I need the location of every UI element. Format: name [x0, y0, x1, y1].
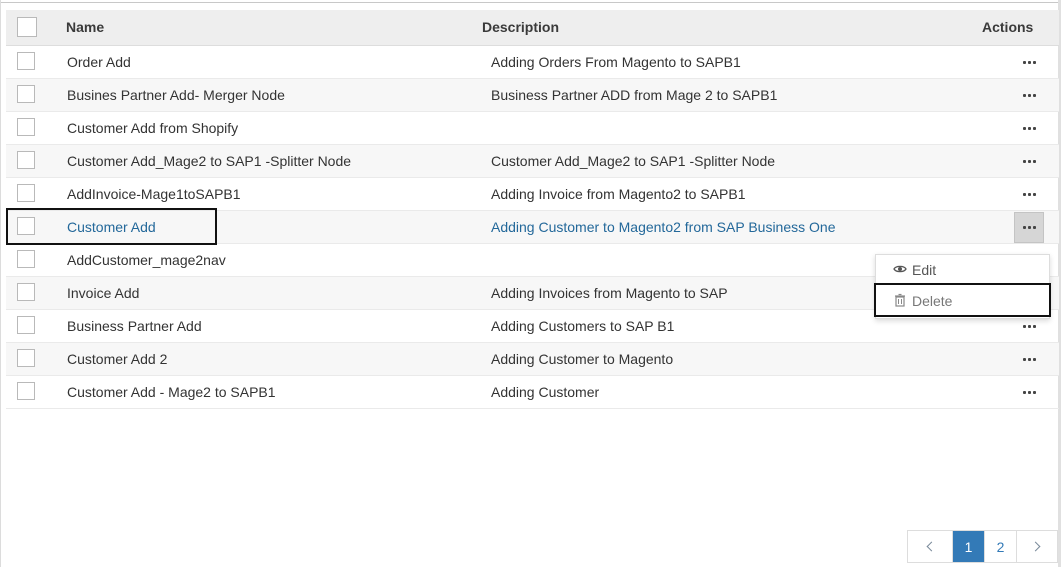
- row-description: Business Partner ADD from Mage 2 to SAPB…: [491, 87, 778, 103]
- column-header-name[interactable]: Name: [66, 19, 104, 35]
- menu-item-edit-label: Edit: [912, 262, 937, 278]
- row-checkbox[interactable]: [17, 349, 35, 367]
- table-row[interactable]: Customer Add 2 Adding Customer to Magent…: [6, 343, 1059, 376]
- pagination-next[interactable]: [1017, 531, 1057, 562]
- table-row[interactable]: Order Add Adding Orders From Magento to …: [6, 46, 1059, 79]
- pagination-page-2[interactable]: 2: [985, 531, 1017, 562]
- table-row[interactable]: Customer Add from Shopify: [6, 112, 1059, 145]
- row-name: Order Add: [67, 54, 131, 70]
- row-actions-button[interactable]: [1014, 83, 1044, 107]
- row-actions-button[interactable]: [1014, 149, 1044, 173]
- row-description: Adding Customer: [491, 384, 600, 400]
- row-actions-button[interactable]: [1014, 182, 1044, 206]
- row-checkbox[interactable]: [17, 316, 35, 334]
- pagination: 1 2: [907, 530, 1058, 563]
- left-edge: [0, 0, 1, 567]
- chevron-right-icon: [1030, 541, 1041, 552]
- table-header: Name Description Actions: [6, 10, 1059, 46]
- row-checkbox[interactable]: [17, 151, 35, 169]
- row-name: Customer Add - Mage2 to SAPB1: [67, 384, 276, 400]
- pagination-prev[interactable]: [908, 531, 953, 562]
- column-header-actions: Actions: [982, 19, 1034, 35]
- row-description: Customer Add_Mage2 to SAP1 -Splitter Nod…: [491, 153, 776, 169]
- row-name: Busines Partner Add- Merger Node: [67, 87, 285, 103]
- row-name: Customer Add 2: [67, 351, 168, 367]
- row-name: AddCustomer_mage2nav: [67, 252, 226, 268]
- row-checkbox[interactable]: [17, 85, 35, 103]
- row-checkbox[interactable]: [17, 118, 35, 136]
- pagination-page-1[interactable]: 1: [953, 531, 985, 562]
- table-row[interactable]: AddInvoice-Mage1toSAPB1 Adding Invoice f…: [6, 178, 1059, 211]
- row-description: Adding Orders From Magento to SAPB1: [491, 54, 741, 70]
- column-header-description[interactable]: Description: [482, 19, 559, 35]
- row-checkbox[interactable]: [17, 250, 35, 268]
- row-name: Business Partner Add: [67, 318, 202, 334]
- row-actions-button[interactable]: [1014, 380, 1044, 404]
- row-actions-button[interactable]: [1014, 116, 1044, 140]
- row-name: Customer Add_Mage2 to SAP1 -Splitter Nod…: [67, 153, 352, 169]
- chevron-left-icon: [926, 541, 937, 552]
- row-checkbox[interactable]: [17, 283, 35, 301]
- row-description: Adding Invoice from Magento2 to SAPB1: [491, 186, 746, 202]
- row-checkbox[interactable]: [17, 184, 35, 202]
- row-actions-button[interactable]: [1014, 347, 1044, 371]
- menu-item-edit[interactable]: Edit: [876, 256, 1049, 284]
- table-row[interactable]: Customer Add_Mage2 to SAP1 -Splitter Nod…: [6, 145, 1059, 178]
- table-row[interactable]: Customer Add - Mage2 to SAPB1 Adding Cus…: [6, 376, 1059, 409]
- row-checkbox[interactable]: [17, 382, 35, 400]
- row-actions-button[interactable]: [1014, 50, 1044, 74]
- select-all-checkbox[interactable]: [17, 17, 37, 37]
- row-description: Adding Customer to Magento: [491, 351, 674, 367]
- row-description: Adding Customers to SAP B1: [491, 318, 675, 334]
- selected-row-highlight: [6, 208, 217, 245]
- row-name: Customer Add from Shopify: [67, 120, 239, 136]
- row-description: Adding Customer to Magento2 from SAP Bus…: [491, 219, 836, 235]
- row-name: Invoice Add: [67, 285, 140, 301]
- delete-highlight: [874, 283, 1051, 317]
- top-divider: [0, 0, 1061, 3]
- row-actions-button-active[interactable]: [1014, 212, 1044, 243]
- row-description: Adding Invoices from Magento to SAP: [491, 285, 728, 301]
- eye-icon: [893, 265, 907, 273]
- table-row[interactable]: Busines Partner Add- Merger Node Busines…: [6, 79, 1059, 112]
- row-checkbox[interactable]: [17, 52, 35, 70]
- row-name: AddInvoice-Mage1toSAPB1: [67, 186, 241, 202]
